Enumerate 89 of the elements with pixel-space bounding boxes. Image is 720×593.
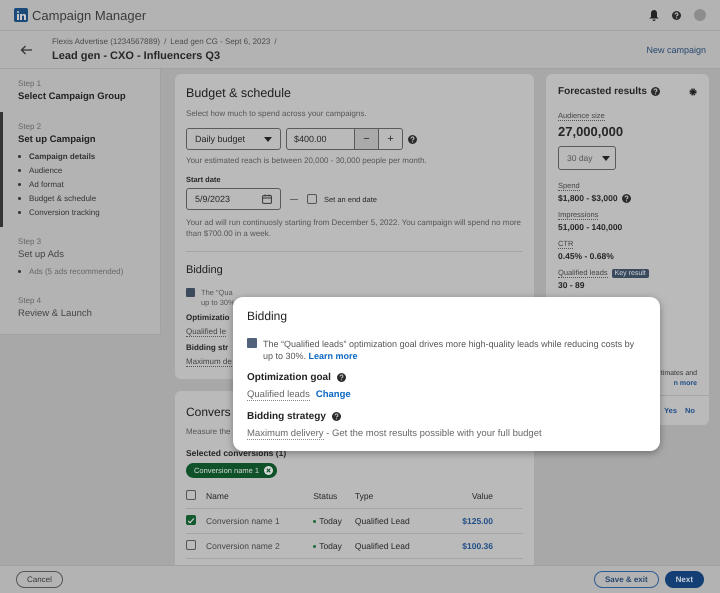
reach-note: Your estimated reach is between 20,000 - 30,000 people per month.: [186, 156, 428, 165]
step-item[interactable]: Audience: [18, 166, 160, 175]
help-icon[interactable]: [332, 412, 341, 422]
field-label: Optimizatio: [186, 312, 230, 322]
step-section[interactable]: Step 2 Set up Campaign Campaign details Audience Ad format Budget & schedule Conversion tracking: [0, 112, 160, 227]
budget-type-dropdown[interactable]: Daily budget: [186, 128, 281, 150]
breadcrumb-separator: /: [274, 37, 277, 46]
start-date-field[interactable]: 5/9/2023: [186, 188, 281, 210]
step-number: Step 1: [18, 79, 42, 88]
strategy-value: Maximum delivery: [247, 428, 324, 440]
back-arrow-icon[interactable]: [20, 44, 32, 54]
app-name: Campaign Manager: [32, 8, 146, 22]
help-icon[interactable]: [622, 194, 631, 202]
section-description: Measure the: [186, 426, 230, 436]
checkbox[interactable]: [186, 515, 196, 526]
caret-icon: [602, 156, 610, 160]
step-title[interactable]: Select Campaign Group: [18, 91, 160, 102]
step-item[interactable]: Campaign details: [18, 152, 160, 161]
table-cell: Qualified Lead: [354, 508, 435, 534]
step-item[interactable]: Ad format: [18, 180, 160, 189]
remove-icon[interactable]: [264, 466, 274, 475]
save-exit-button[interactable]: Save & exit: [594, 571, 659, 588]
step-number: Step 3: [18, 237, 42, 246]
goal-value: Qualified leads: [247, 389, 310, 402]
table-cell: Qualified Lead: [354, 533, 435, 558]
step-number: Step 2: [18, 122, 42, 131]
change-link[interactable]: Change: [316, 389, 351, 402]
period-dropdown[interactable]: 30 day: [558, 146, 616, 170]
field-label: Optimization goal: [247, 372, 331, 384]
section-title: Convers: [186, 404, 231, 419]
help-icon[interactable]: [672, 10, 681, 20]
table-cell: Today: [313, 533, 355, 558]
audience-size-value: 27,000,000: [558, 124, 624, 139]
settings-icon[interactable]: [689, 88, 697, 96]
next-button[interactable]: Next: [664, 571, 704, 588]
info-text: The “Qualified leads” optimization goal drives more high-quality leads while reducing costs by up to 30%. Learn more: [263, 338, 636, 362]
step-number: Step 4: [18, 296, 42, 305]
metric-value: $1,800 - $3,000: [558, 193, 618, 203]
step-title[interactable]: Set up Ads: [18, 249, 160, 260]
bell-icon[interactable]: [649, 10, 659, 20]
metric-value: 51,000 - 140,000: [558, 222, 622, 232]
field-label: Bidding str: [186, 342, 228, 352]
step-item[interactable]: Budget & schedule: [18, 194, 160, 203]
value-link[interactable]: $100.36: [434, 533, 523, 558]
step-section[interactable]: Step 3 Set up Ads Ads (5 ads recommended): [0, 227, 160, 286]
checkbox[interactable]: [186, 540, 196, 550]
table-cell: Conversion name 2: [206, 533, 314, 558]
panel-title: Forecasted results: [558, 86, 647, 97]
popup-title: Bidding: [247, 309, 288, 323]
strategy-description: - Get the most results possible with your full budget: [325, 428, 542, 440]
step-section[interactable]: Step 1 Select Campaign Group: [0, 69, 160, 112]
strategy-value: Maximum de: [186, 356, 232, 367]
page-title: Lead gen - CXO - Influencers Q3: [52, 50, 222, 62]
schedule-note: Your ad will run continuosly starting from December 5, 2022. You campaign will spend no more than $700.00 in a week.: [186, 217, 522, 240]
checkbox[interactable]: [186, 490, 196, 500]
column-header: Type: [354, 484, 435, 508]
breadcrumb-separator: /: [164, 37, 166, 46]
logo-icon: [14, 8, 28, 22]
value-link[interactable]: $125.00: [434, 508, 523, 534]
calendar-icon[interactable]: [262, 194, 272, 204]
column-header: Status: [313, 484, 355, 508]
learn-more-link[interactable]: Learn more: [308, 351, 358, 362]
metric-value: 0.45% - 0.68%: [558, 251, 614, 261]
budget-amount-field[interactable]: $400.00 − +: [286, 128, 403, 150]
checkbox[interactable]: [307, 194, 317, 204]
table-cell: Today: [313, 508, 355, 534]
metric-value: 30 - 89: [558, 280, 584, 290]
breadcrumb-link[interactable]: Lead gen CG - Sept 6, 2023: [170, 37, 270, 46]
breadcrumb-link[interactable]: Flexis Advertise (1234567889): [52, 37, 160, 46]
cancel-button[interactable]: Cancel: [16, 571, 63, 588]
help-icon[interactable]: [650, 87, 660, 96]
help-icon[interactable]: [336, 373, 346, 382]
column-header: Value: [434, 484, 523, 508]
step-title[interactable]: Set up Campaign: [18, 134, 160, 145]
section-title: Bidding: [186, 264, 224, 276]
table-cell: Conversion name 1: [206, 508, 314, 534]
section-description: Select how much to spend across your campaigns.: [186, 109, 368, 118]
step-section[interactable]: Step 4 Review & Launch: [0, 286, 160, 329]
info-icon: [186, 288, 195, 298]
section-title: Budget & schedule: [186, 86, 292, 100]
info-icon: [247, 338, 257, 348]
new-campaign-link[interactable]: New campaign: [646, 44, 706, 54]
step-title[interactable]: Review & Launch: [18, 308, 160, 319]
column-header: Name: [206, 484, 314, 508]
step-item[interactable]: Conversion tracking: [18, 208, 160, 217]
caret-icon: [264, 136, 272, 142]
goal-value: Qualified le: [186, 326, 226, 337]
field-label: Bidding strategy: [247, 411, 326, 422]
help-icon[interactable]: [408, 134, 417, 144]
